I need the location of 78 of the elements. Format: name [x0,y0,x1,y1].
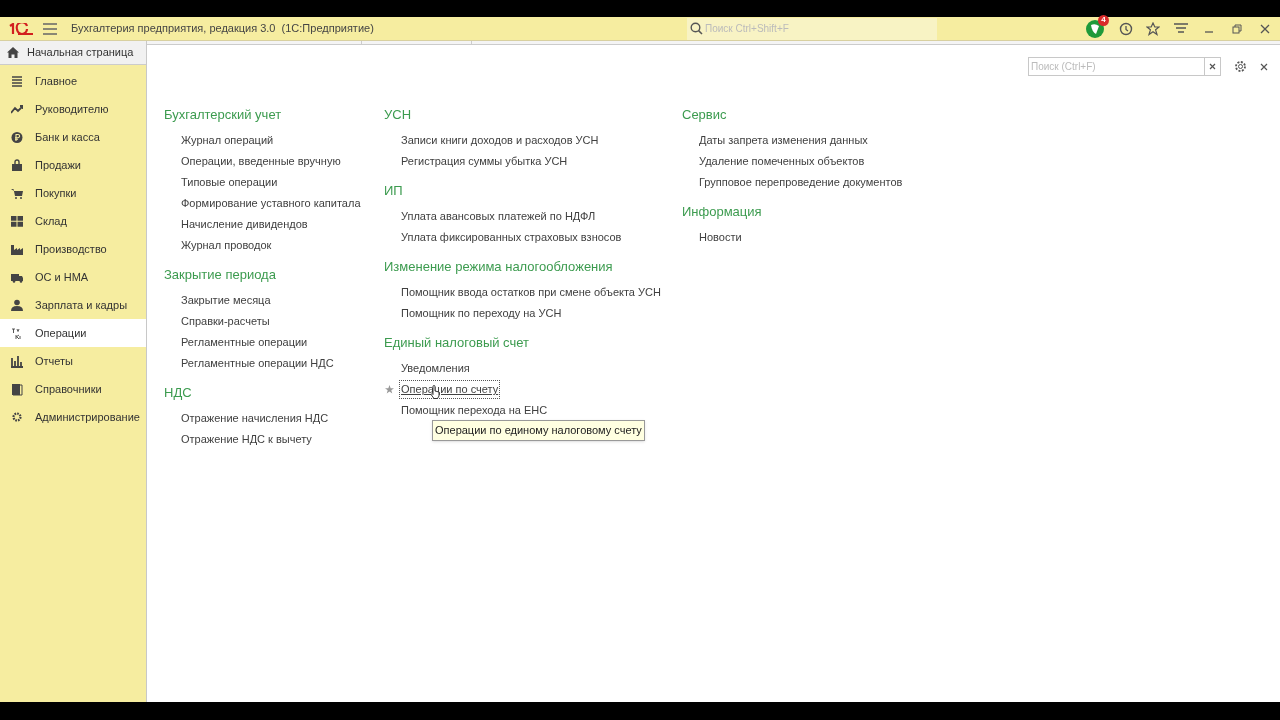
command-link[interactable]: Даты запрета изменения данных [697,131,870,150]
tooltip: Операции по единому налоговому счету [432,420,645,441]
person-icon [11,298,23,312]
sidebar-item[interactable]: Продажи [0,151,146,179]
sidebar-item[interactable]: ОС и НМА [0,263,146,291]
close-icon[interactable] [1260,23,1270,34]
sidebar-item[interactable]: Производство [0,235,146,263]
command-link[interactable]: Операции, введенные вручную [179,152,343,171]
group-heading: Бухгалтерский учет [164,106,283,123]
global-search-bar[interactable]: Поиск Ctrl+Shift+F [687,17,937,40]
command-link[interactable]: Закрытие месяца [179,291,273,310]
sidebar-item[interactable]: Зарплата и кадры [0,291,146,319]
settings-icon[interactable] [1233,59,1248,74]
command-link[interactable]: Уплата фиксированных страховых взносов [399,228,624,247]
command-link[interactable]: Уплата авансовых платежей по НДФЛ [399,207,598,226]
command-link[interactable]: Записи книги доходов и расходов УСН [399,131,601,150]
book-icon [11,382,23,396]
menu-icon[interactable] [43,22,57,35]
sidebar-item[interactable]: Главное [0,67,146,95]
clear-button[interactable] [1205,57,1221,76]
panel-search-field[interactable]: Поиск (Ctrl+F) [1028,57,1205,76]
sidebar-item[interactable]: Руководителю [0,95,146,123]
list-icon [11,74,23,88]
command-link[interactable]: Формирование уставного капитала [179,194,363,213]
command-link[interactable]: Регистрация суммы убытка УСН [399,152,570,171]
star-icon[interactable] [385,385,394,394]
cart-icon [11,186,23,200]
logo-icon [8,22,34,35]
sidebar-item[interactable]: Склад [0,207,146,235]
filter-menu-icon[interactable] [1174,22,1188,35]
bag-icon [11,158,23,172]
close-icon[interactable] [1260,62,1268,71]
sidebar-item[interactable]: Администрирование [0,403,146,431]
trend-icon [11,102,23,116]
command-link[interactable]: Помощник перехода на ЕНС [399,401,550,420]
command-link[interactable]: Журнал операций [179,131,276,150]
sidebar-item[interactable]: Покупки [0,179,146,207]
sidebar-item[interactable]: Отчеты [0,347,146,375]
command-link[interactable]: Журнал проводок [179,236,274,255]
grid-icon [11,214,23,228]
group-heading: Информация [682,203,763,220]
group-heading: УСН [384,106,413,123]
notification-icon[interactable] [1085,18,1105,39]
factory-icon [11,242,23,256]
sidebar-item[interactable]: Операции [0,319,146,347]
command-link[interactable]: Уведомления [399,359,472,378]
home-icon [7,47,19,58]
window-title: Бухгалтерия предприятия, редакция 3.0 (1С:Предприятие) [71,21,374,37]
sidebar-item[interactable]: Справочники [0,375,146,403]
star-icon[interactable] [1146,21,1160,36]
bar-chart-icon [11,354,23,368]
group-heading: Закрытие периода [164,266,277,283]
command-link[interactable]: Помощник ввода остатков при смене объекта УСН [399,283,663,302]
clear-icon [1209,63,1216,70]
notification-badge: 4 [1098,14,1109,26]
group-heading: НДС [164,384,193,401]
search-icon [690,22,703,35]
restore-icon[interactable] [1232,23,1242,34]
home-tab[interactable]: Начальная страница [0,41,146,65]
command-link[interactable]: Отражение НДС к вычету [179,430,314,449]
group-heading: Сервис [682,106,728,123]
group-heading: ИП [384,182,404,199]
command-link[interactable]: Отражение начисления НДС [179,409,331,428]
sidebar-item[interactable]: Банк и касса [0,123,146,151]
command-link[interactable]: Помощник по переходу на УСН [399,304,564,323]
command-link[interactable]: Удаление помеченных объектов [697,152,867,171]
coin-icon [11,130,23,144]
command-link[interactable]: Справки-расчеты [179,312,272,331]
history-icon[interactable] [1119,21,1133,36]
command-link[interactable]: Групповое перепроведение документов [697,173,905,192]
command-link[interactable]: Новости [697,228,744,247]
command-link[interactable]: Типовые операции [179,173,280,192]
group-heading: Изменение режима налогообложения [384,258,614,275]
gear-icon [11,410,23,424]
command-link[interactable]: Регламентные операции [179,333,310,352]
group-heading: Единый налоговый счет [384,334,530,351]
command-link[interactable]: Регламентные операции НДС [179,354,336,373]
command-link[interactable]: Начисление дивидендов [179,215,310,234]
